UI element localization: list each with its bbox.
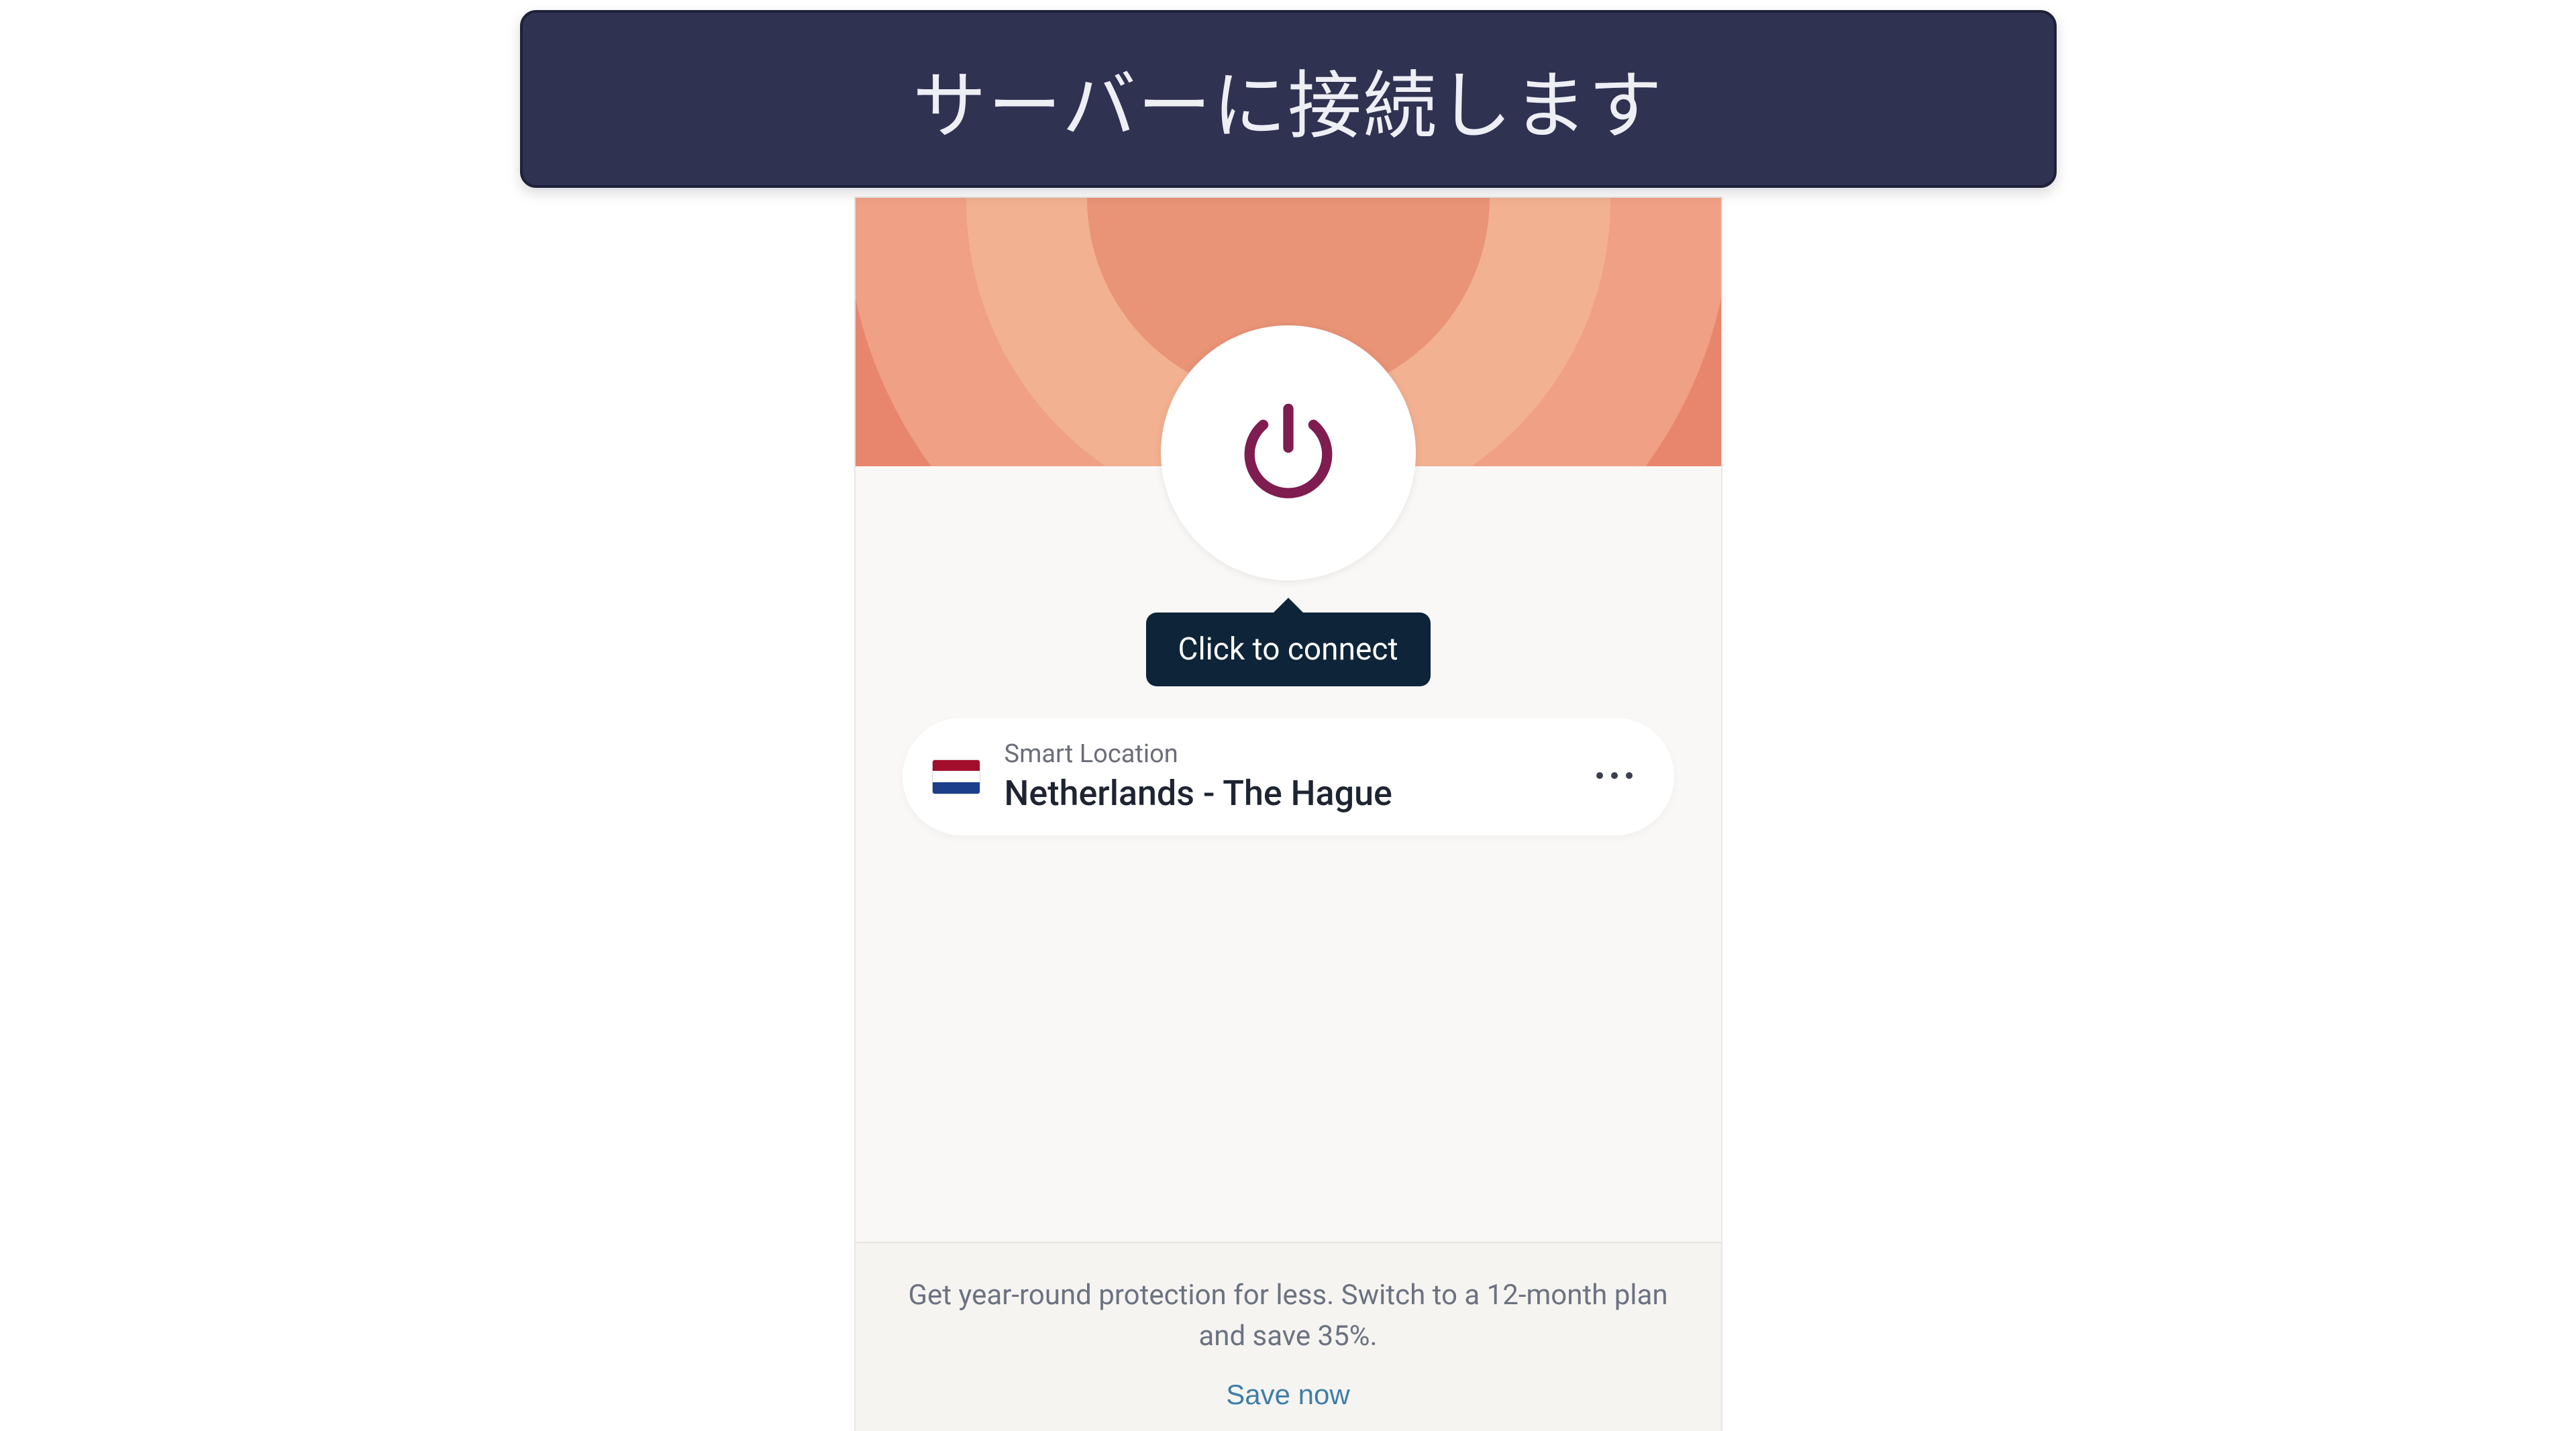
connect-button[interactable] [1161,325,1416,580]
instruction-text: サーバーに接続します [913,46,1663,153]
location-selector[interactable]: Smart Location Netherlands - The Hague [903,718,1674,835]
vpn-app-window: Click to connect Smart Location Netherla… [856,198,1721,1431]
tooltip-text: Click to connect [1178,631,1398,668]
location-text: Smart Location Netherlands - The Hague [1004,741,1584,812]
promo-message: Get year-round protection for less. Swit… [896,1275,1681,1357]
location-more-button[interactable] [1584,760,1645,793]
more-horizontal-icon [1595,771,1634,782]
power-icon [1231,395,1345,511]
promo-cta-link[interactable]: Save now [1226,1379,1349,1411]
location-label: Smart Location [1004,741,1584,769]
location-name: Netherlands - The Hague [1004,774,1584,812]
netherlands-flag-icon [932,759,980,794]
connect-tooltip: Click to connect [1146,613,1431,686]
instruction-banner: サーバーに接続します [520,10,2057,188]
promo-footer: Get year-round protection for less. Swit… [856,1242,1721,1431]
